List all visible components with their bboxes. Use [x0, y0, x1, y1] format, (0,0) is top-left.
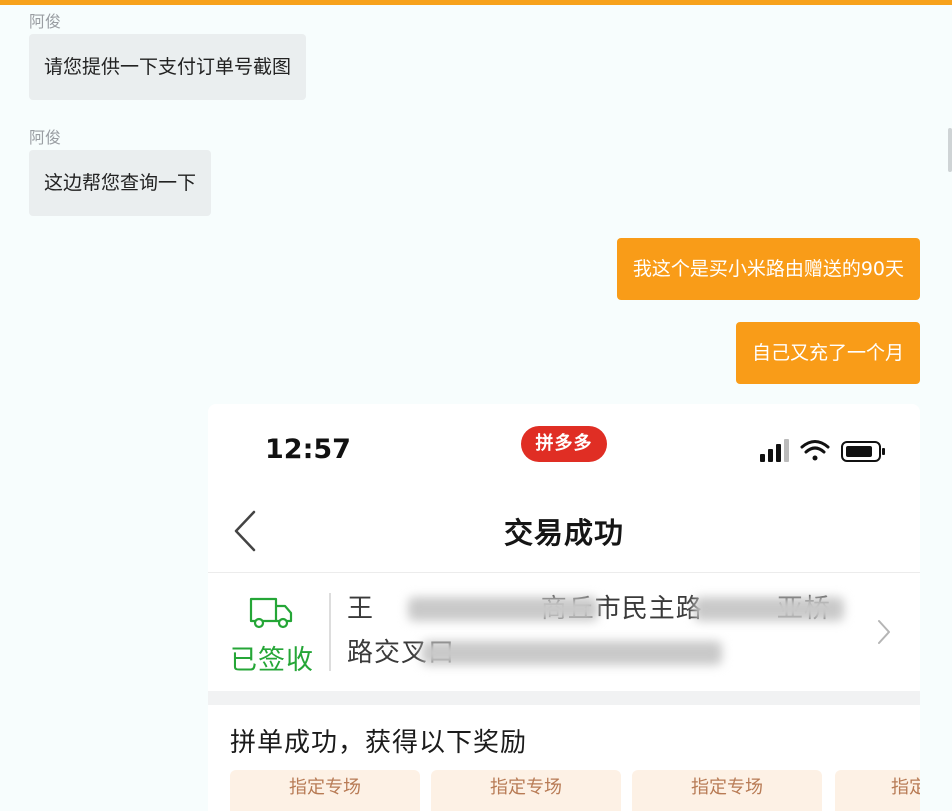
coupon-label: 指定专场 [490, 777, 562, 798]
coupon-label: 指定专场 [289, 777, 361, 798]
divider [329, 593, 331, 671]
scrollbar[interactable] [948, 128, 952, 172]
coupon-label: 指定专场 [691, 777, 763, 798]
top-accent-bar [0, 0, 952, 5]
coupon-card[interactable]: 指定 [835, 770, 920, 811]
coupon-card[interactable]: 指定专场 [230, 770, 420, 811]
pinduoduo-logo: 拼多多 [521, 426, 607, 462]
status-bar-time: 12:57 [265, 434, 351, 465]
order-screenshot-image[interactable]: 12:57 拼多多 交易成功 已签收 王 商丘市民主路 路交叉口 拼单成功，获得… [208, 404, 920, 811]
coupon-card[interactable]: 指定专场 [431, 770, 621, 811]
reward-section-title: 拼单成功，获得以下奖励 [230, 728, 528, 758]
wifi-icon [800, 440, 830, 461]
delivery-status: 已签收 [230, 645, 314, 676]
outgoing-message-bubble: 我这个是买小米路由赠送的90天 [616, 238, 920, 300]
incoming-message-bubble: 这边帮您查询一下 [29, 150, 212, 216]
outgoing-message-bubble: 自己又充了一个月 [735, 322, 920, 384]
cellular-signal-icon [760, 439, 789, 462]
redacted-blur [694, 597, 844, 621]
battery-icon [841, 441, 885, 462]
redacted-blur [408, 597, 598, 621]
redacted-blur [422, 641, 722, 665]
delivery-address-card[interactable]: 已签收 王 商丘市民主路 亚桥 路交叉口 [208, 573, 920, 691]
truck-icon [249, 597, 293, 629]
coupon-card[interactable]: 指定专场 [632, 770, 822, 811]
section-gap [208, 691, 920, 705]
message-sender: 阿俊 [29, 12, 62, 31]
chevron-right-icon[interactable] [876, 618, 892, 646]
status-bar-icons [758, 436, 888, 466]
page-title: 交易成功 [503, 516, 624, 550]
incoming-message-bubble: 请您提供一下支付订单号截图 [29, 34, 307, 100]
coupon-label: 指定 [891, 777, 920, 798]
message-sender: 阿俊 [29, 128, 62, 147]
